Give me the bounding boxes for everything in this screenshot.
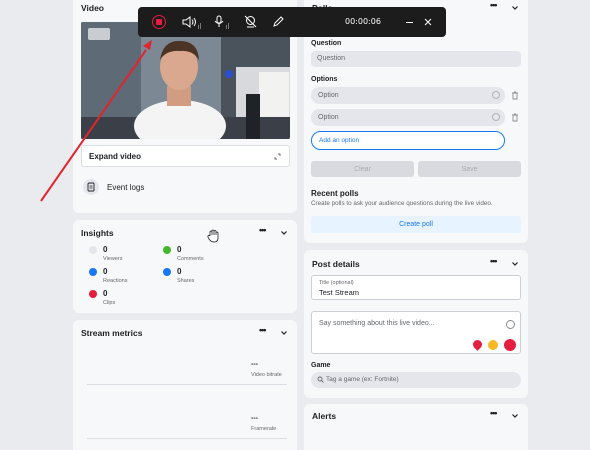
question-input[interactable]: Question xyxy=(311,51,521,67)
minimize-button[interactable] xyxy=(406,22,413,23)
option-placeholder: Option xyxy=(318,92,339,99)
description-placeholder: Say something about this live video... xyxy=(319,320,435,327)
comment-icon xyxy=(163,246,171,254)
share-icon xyxy=(163,268,171,276)
alerts-card: Alerts ••• xyxy=(304,404,528,450)
shares-value: 0 xyxy=(177,267,182,276)
comments-label: Comments xyxy=(177,256,204,262)
alerts-chevron-down-icon[interactable] xyxy=(511,412,519,420)
event-logs-button[interactable]: Event logs xyxy=(81,177,201,199)
webcam-off-icon[interactable] xyxy=(244,15,257,28)
title-field-value: Test Stream xyxy=(319,288,360,297)
like-icon xyxy=(89,268,97,276)
option-placeholder: Option xyxy=(318,114,339,121)
metric-value: --- xyxy=(251,415,258,422)
post-details-more-button[interactable]: ••• xyxy=(490,256,498,266)
question-label: Question xyxy=(311,40,342,47)
polls-chevron-down-icon[interactable] xyxy=(511,4,519,12)
post-details-title: Post details xyxy=(312,259,360,269)
stream-metrics-chevron-down-icon[interactable] xyxy=(280,329,288,337)
viewers-label: Viewers xyxy=(103,256,123,262)
speaker-icon[interactable] xyxy=(182,16,198,28)
recent-polls-title: Recent polls xyxy=(311,189,359,198)
pen-icon[interactable] xyxy=(272,16,284,28)
viewers-value: 0 xyxy=(103,245,108,254)
microphone-icon[interactable] xyxy=(214,15,224,28)
alerts-more-button[interactable]: ••• xyxy=(490,408,498,418)
game-label: Game xyxy=(311,362,331,369)
video-preview[interactable] xyxy=(81,22,290,139)
add-option-button[interactable]: Add an option xyxy=(311,131,505,150)
title-field-label: Title (optional) xyxy=(319,280,354,286)
create-poll-button[interactable]: Create poll xyxy=(311,216,521,233)
close-icon[interactable] xyxy=(424,18,432,26)
insights-card: Insights ••• 0 Viewers 0 Comments 0 Reac… xyxy=(73,220,297,313)
game-input[interactable]: Tag a game (ex: Fortnite) xyxy=(311,372,521,388)
stop-record-button[interactable] xyxy=(152,15,166,29)
save-button[interactable]: Save xyxy=(418,161,521,177)
metric-value: --- xyxy=(251,361,258,368)
stream-metrics-card: Stream metrics ••• --- Video bitrate ---… xyxy=(73,320,297,450)
metric-label: Video bitrate xyxy=(251,372,282,378)
polls-more-button[interactable]: ••• xyxy=(490,0,498,10)
reactions-value: 0 xyxy=(103,267,108,276)
check-circle-icon xyxy=(492,113,500,121)
insights-chevron-down-icon[interactable] xyxy=(280,229,288,237)
feeling-icon[interactable] xyxy=(488,340,498,350)
insights-title: Insights xyxy=(81,228,114,238)
trash-icon[interactable] xyxy=(511,91,519,100)
location-icon[interactable] xyxy=(471,338,484,351)
insights-more-button[interactable]: ••• xyxy=(259,225,267,235)
metric-divider xyxy=(87,438,287,439)
recording-timer: 00:00:06 xyxy=(345,17,381,26)
mic-level-icon xyxy=(226,23,229,29)
reactions-label: Reactions xyxy=(103,278,128,284)
title-input[interactable]: Title (optional) Test Stream xyxy=(311,275,521,300)
stream-metrics-title: Stream metrics xyxy=(81,328,143,338)
search-icon xyxy=(317,376,324,383)
expand-video-label: Expand video xyxy=(89,152,142,161)
metric-divider xyxy=(87,384,287,385)
question-placeholder: Question xyxy=(317,55,346,62)
clear-button[interactable]: Clear xyxy=(311,161,414,177)
eye-icon xyxy=(89,246,97,254)
video-frame xyxy=(81,22,290,139)
event-logs-label: Event logs xyxy=(107,183,145,192)
save-label: Save xyxy=(461,165,478,173)
emoji-icon[interactable] xyxy=(506,320,515,329)
option-input[interactable]: Option xyxy=(311,87,505,104)
description-input[interactable]: Say something about this live video... xyxy=(311,311,521,354)
speaker-level-icon xyxy=(198,23,201,29)
add-option-label: Add an option xyxy=(319,137,360,144)
stream-metrics-more-button[interactable]: ••• xyxy=(259,325,267,335)
game-placeholder: Tag a game (ex: Fortnite) xyxy=(326,376,399,383)
post-details-card: Post details ••• Title (optional) Test S… xyxy=(304,250,528,398)
recent-polls-description: Create polls to ask your audience questi… xyxy=(311,200,493,207)
comments-value: 0 xyxy=(177,245,182,254)
metric-label: Framerate xyxy=(251,426,277,432)
option-input[interactable]: Option xyxy=(311,109,505,126)
options-label: Options xyxy=(311,76,338,83)
post-details-chevron-down-icon[interactable] xyxy=(511,260,519,268)
alerts-title: Alerts xyxy=(312,411,337,421)
support-icon[interactable] xyxy=(504,339,516,351)
expand-video-button[interactable]: Expand video xyxy=(81,145,290,167)
expand-icon xyxy=(274,153,281,160)
record-stop-icon xyxy=(155,18,162,25)
video-card-title: Video xyxy=(81,3,104,13)
hand-cursor-icon xyxy=(207,229,219,243)
clips-value: 0 xyxy=(103,289,108,298)
create-poll-label: Create poll xyxy=(399,221,433,228)
event-logs-icon xyxy=(83,179,99,195)
shares-label: Shares xyxy=(177,278,195,284)
trash-icon[interactable] xyxy=(511,113,519,122)
clips-label: Clips xyxy=(103,300,116,306)
clip-icon xyxy=(89,290,97,298)
check-circle-icon xyxy=(492,91,500,99)
clear-label: Clear xyxy=(354,165,371,173)
recorder-toolbar: 00:00:06 xyxy=(138,7,446,37)
